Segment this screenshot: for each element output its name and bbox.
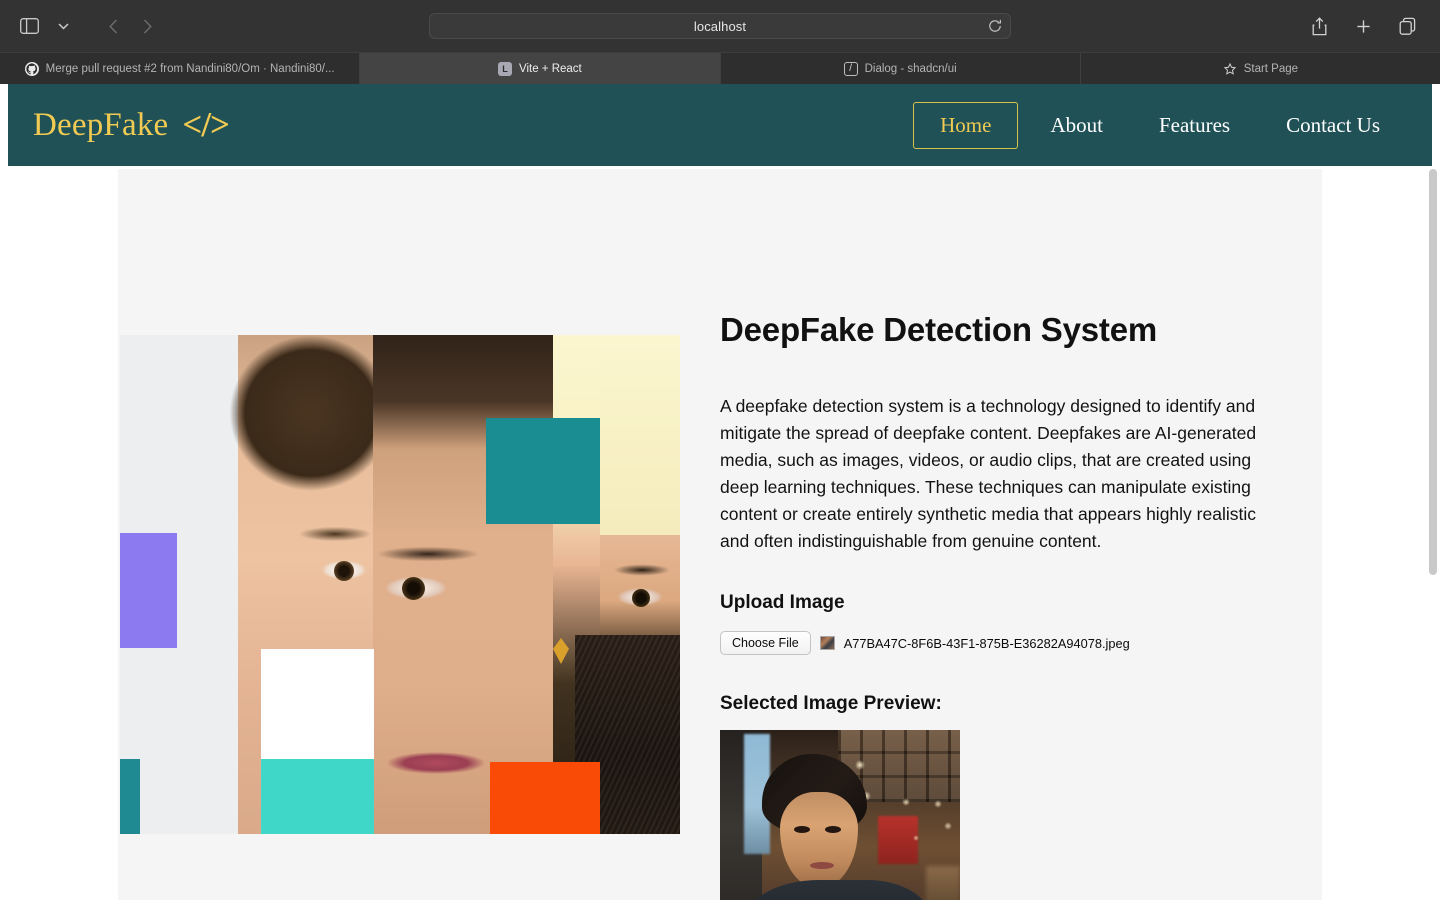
toolbar-right-group bbox=[1304, 12, 1426, 40]
preview-subject-eye-left bbox=[794, 826, 810, 833]
choose-file-button[interactable]: Choose File bbox=[720, 631, 811, 655]
hero-block-teal bbox=[486, 418, 600, 524]
chevron-down-icon[interactable] bbox=[48, 12, 78, 40]
browser-chrome: localhost Merge pull request #2 from Nan… bbox=[0, 0, 1440, 84]
hero-block-white bbox=[261, 649, 374, 759]
tab-label: Merge pull request #2 from Nandini80/Om … bbox=[45, 62, 335, 75]
scrollbar-thumb[interactable] bbox=[1429, 169, 1437, 575]
preview-background-person bbox=[926, 866, 960, 900]
selected-image-preview: 9J KETT bbox=[720, 730, 960, 900]
preview-subject-eye-right bbox=[825, 826, 841, 833]
file-input-row[interactable]: Choose File A77BA47C-8F6B-43F1-875B-E362… bbox=[720, 631, 1300, 655]
hero-face-left-hair bbox=[216, 335, 376, 515]
hero-block-orange bbox=[490, 762, 600, 834]
url-bar[interactable]: localhost bbox=[429, 13, 1011, 39]
github-icon bbox=[24, 61, 39, 76]
hero-face-montage bbox=[120, 335, 680, 834]
brand-logo[interactable]: DeepFake </> bbox=[33, 105, 230, 145]
hero-face-center-brow bbox=[373, 545, 493, 563]
browser-tab-vite-react[interactable]: L Vite + React bbox=[360, 53, 721, 84]
hero-face-far-right-brow bbox=[608, 563, 674, 577]
toolbar-left-group bbox=[14, 12, 162, 40]
nav-item-features[interactable]: Features bbox=[1131, 114, 1258, 136]
shadcn-slash-icon: / bbox=[843, 61, 858, 76]
preview-section-heading: Selected Image Preview: bbox=[720, 693, 942, 714]
preview-subject-lips bbox=[810, 862, 834, 869]
star-icon bbox=[1223, 62, 1237, 76]
sidebar-icon[interactable] bbox=[14, 12, 44, 40]
hero-face-left-brow bbox=[290, 525, 375, 542]
brand-name: DeepFake bbox=[33, 106, 169, 143]
page-viewport: DeepFake </> Home About Features Contact… bbox=[0, 84, 1440, 900]
vite-letter-icon: L bbox=[497, 61, 512, 76]
forward-arrow-icon[interactable] bbox=[132, 12, 162, 40]
hero-backdrop-cream bbox=[600, 335, 680, 535]
site-navbar: DeepFake </> Home About Features Contact… bbox=[8, 84, 1432, 166]
tab-overview-icon[interactable] bbox=[1392, 12, 1422, 40]
browser-tab-github[interactable]: Merge pull request #2 from Nandini80/Om … bbox=[0, 53, 361, 84]
tab-label: Vite + React bbox=[518, 62, 582, 75]
page-scrollbar[interactable] bbox=[1429, 169, 1437, 900]
hero-face-center-iris bbox=[402, 577, 425, 600]
hero-block-purple bbox=[120, 533, 177, 648]
main-navigation: Home About Features Contact Us bbox=[913, 101, 1408, 149]
content-panel: DeepFake Detection System A deepfake det… bbox=[118, 169, 1322, 900]
browser-tab-start-page[interactable]: Start Page bbox=[1081, 53, 1440, 84]
tab-label: Dialog - shadcn/ui bbox=[864, 62, 957, 75]
nav-item-contact-us[interactable]: Contact Us bbox=[1258, 114, 1408, 136]
browser-tab-shadcn-dialog[interactable]: / Dialog - shadcn/ui bbox=[721, 53, 1081, 84]
hero-face-far-right-iris bbox=[632, 589, 650, 607]
upload-section-heading: Upload Image bbox=[720, 592, 845, 613]
nav-item-about[interactable]: About bbox=[1022, 114, 1131, 136]
hero-face-left-iris bbox=[334, 561, 354, 581]
file-thumbnail-icon bbox=[819, 636, 835, 650]
back-arrow-icon[interactable] bbox=[98, 12, 128, 40]
selected-file-name: A77BA47C-8F6B-43F1-875B-E36282A94078.jpe… bbox=[843, 635, 1130, 651]
hero-composite-image bbox=[120, 335, 680, 834]
share-icon[interactable] bbox=[1304, 12, 1334, 40]
url-text: localhost bbox=[693, 18, 747, 34]
reload-icon[interactable] bbox=[988, 19, 1002, 33]
page-title: DeepFake Detection System bbox=[720, 311, 1158, 348]
hero-face-center-lips bbox=[378, 750, 496, 776]
main-content-column: DeepFake Detection System A deepfake det… bbox=[720, 169, 1300, 900]
nav-item-home[interactable]: Home bbox=[913, 101, 1019, 149]
plus-icon[interactable] bbox=[1348, 12, 1378, 40]
tab-label: Start Page bbox=[1243, 62, 1299, 75]
page-description: A deepfake detection system is a technol… bbox=[720, 396, 1257, 551]
hero-block-mint bbox=[261, 759, 374, 834]
code-brackets-icon: </> bbox=[182, 105, 230, 144]
browser-toolbar: localhost bbox=[0, 0, 1440, 52]
tab-bar: Merge pull request #2 from Nandini80/Om … bbox=[0, 52, 1440, 84]
hero-block-teal-small bbox=[120, 759, 140, 834]
